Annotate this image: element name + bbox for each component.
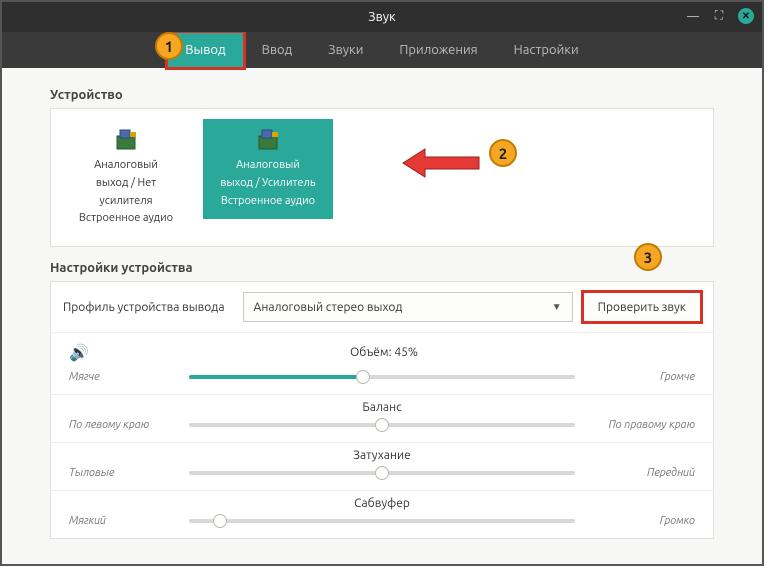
fade-slider-block: Затухание Тыловые Передний [51,443,713,491]
tab-sounds-label: Звуки [328,43,363,57]
device-label: выход / Усилитель [220,177,315,191]
content: Устройство Аналоговый выход / Нет усилит… [2,68,762,539]
settings-panel: Профиль устройства вывода Аналоговый сте… [50,281,714,539]
device-label: Встроенное аудио [221,195,315,209]
sub-title: Сабвуфер [69,497,695,510]
device-card-analog-amp[interactable]: Аналоговый выход / Усилитель Встроенное … [203,119,333,219]
sub-max-label: Громко [585,515,695,527]
tab-settings-label: Настройки [514,43,579,57]
sub-min-label: Мягкий [69,515,179,527]
balance-right-label: По правому краю [585,419,695,431]
maximize-icon[interactable]: ⛶ [712,9,726,23]
volume-slider[interactable] [189,368,575,386]
subwoofer-slider-block: Сабвуфер Мягкий Громко [51,491,713,538]
test-sound-label: Проверить звук [598,301,686,314]
soundcard-icon [254,127,282,155]
volume-header: 🔊 Объём: 45% [51,333,713,362]
volume-max-label: Громче [585,371,695,383]
window-title: Звук [368,10,395,24]
tab-sounds[interactable]: Звуки [310,32,381,68]
fade-title: Затухание [69,449,695,462]
close-icon[interactable]: ✕ [738,8,754,24]
fade-front-label: Передний [585,467,695,479]
sound-settings-window: Звук — ⛶ ✕ Вывод Ввод Звуки Приложения Н… [0,0,764,566]
tab-input[interactable]: Ввод [244,32,311,68]
tab-settings[interactable]: Настройки [496,32,597,68]
profile-combobox[interactable]: Аналоговый стерео выход ▼ [243,292,573,322]
balance-title: Баланс [69,401,695,414]
device-label: Встроенное аудио [79,212,173,226]
section-settings-title: Настройки устройства [50,261,714,275]
soundcard-icon [112,127,140,155]
profile-label: Профиль устройства вывода [63,301,233,314]
volume-slider-block: Мягче Громче [51,362,713,395]
tab-apps[interactable]: Приложения [381,32,495,68]
tab-apps-label: Приложения [399,43,477,57]
device-label: Аналоговый [94,159,158,173]
tab-output-label: Вывод [185,43,225,57]
device-settings-section: Настройки устройства 3 Профиль устройств… [50,261,714,539]
profile-row: Профиль устройства вывода Аналоговый сте… [51,282,713,333]
balance-slider[interactable] [189,416,575,434]
section-device-title: Устройство [50,88,714,102]
device-card-analog-no-amp[interactable]: Аналоговый выход / Нет усилителя Встроен… [61,119,191,236]
speaker-icon: 🔊 [69,343,89,362]
tab-bar: Вывод Ввод Звуки Приложения Настройки [2,32,762,68]
subwoofer-slider[interactable] [189,512,575,530]
minimize-icon[interactable]: — [686,9,700,23]
volume-title: Объём: 45% [99,346,669,359]
annotation-badge-2: 2 [489,139,517,167]
fade-rear-label: Тыловые [69,467,179,479]
fade-slider[interactable] [189,464,575,482]
device-panel: Аналоговый выход / Нет усилителя Встроен… [50,108,714,247]
balance-left-label: По левому краю [69,419,179,431]
balance-slider-block: Баланс По левому краю По правому краю [51,395,713,443]
chevron-down-icon: ▼ [552,301,562,313]
device-label: Аналоговый [236,159,300,173]
annotation-badge-1: 1 [155,32,183,60]
window-controls: — ⛶ ✕ [686,8,754,24]
annotation-badge-3: 3 [634,243,662,271]
test-sound-button[interactable]: Проверить звук [583,292,701,322]
device-label: усилителя [99,195,152,209]
tab-input-label: Ввод [262,43,293,57]
annotation-arrow-icon [401,143,481,183]
device-label: выход / Нет [96,177,156,191]
titlebar: Звук — ⛶ ✕ [2,2,762,32]
profile-value: Аналоговый стерео выход [254,301,403,314]
volume-min-label: Мягче [69,371,179,383]
